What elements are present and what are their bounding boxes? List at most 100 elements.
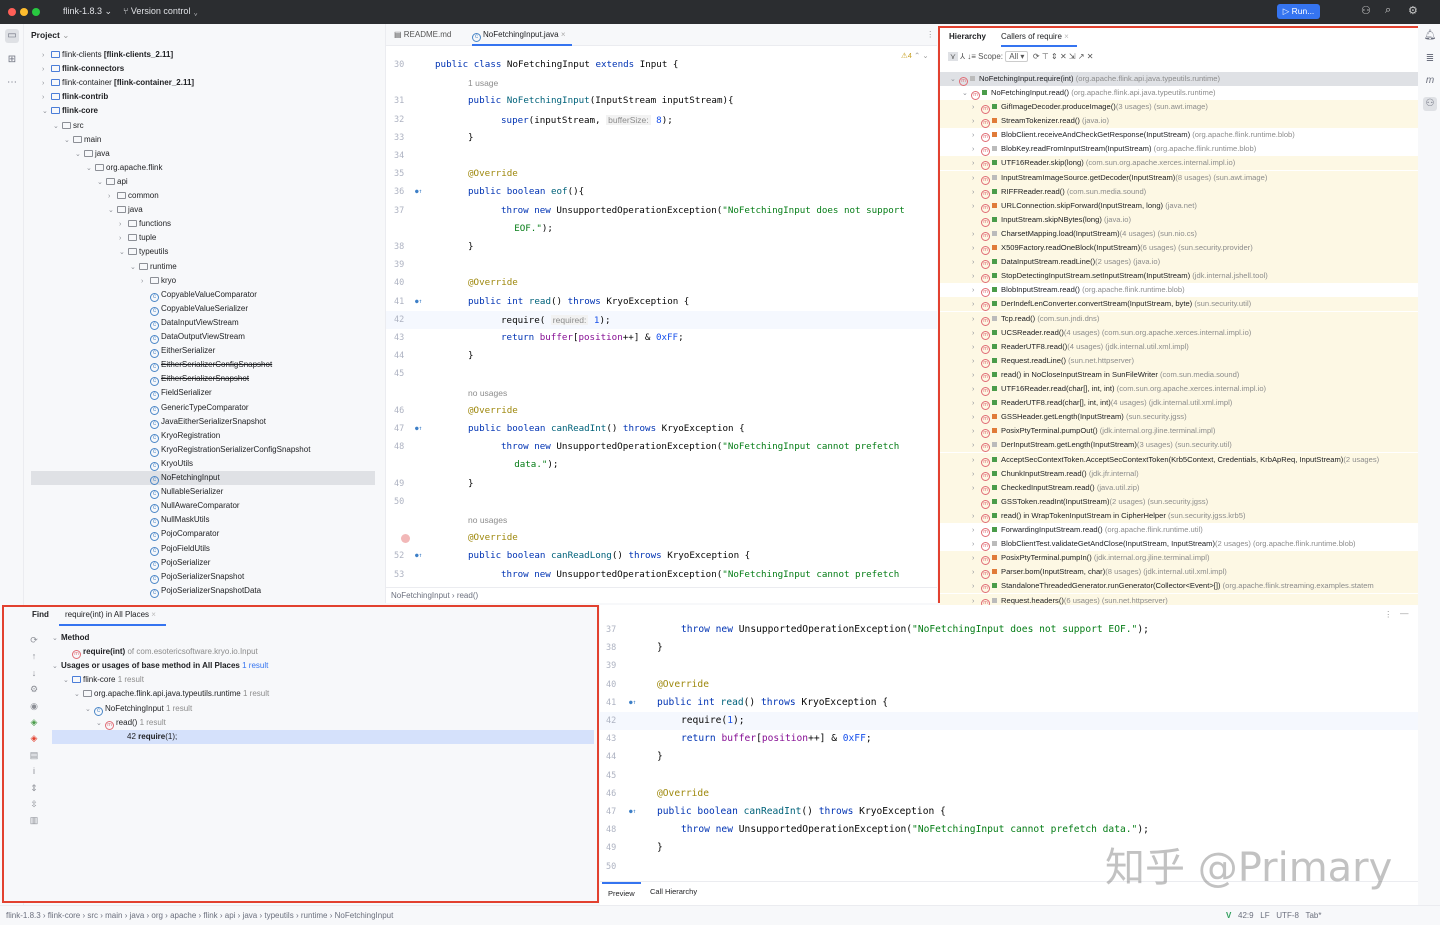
hierarchy-item[interactable]: ›mCheckedInputStream.read() (java.util.z… — [940, 481, 1418, 495]
collapse-all-icon[interactable]: ⇳ — [27, 796, 41, 812]
callee-hierarchy-icon[interactable]: ⅄ — [960, 52, 965, 61]
tree-item[interactable]: cPojoSerializerSnapshotData — [141, 584, 261, 598]
tree-item[interactable]: cEitherSerializer — [141, 344, 215, 358]
hierarchy-item[interactable]: ›mPosixPtyTerminal.pumpOut() (jdk.intern… — [940, 424, 1418, 438]
hierarchy-item[interactable]: ›mUCSReader.read()(4 usages) (com.sun.or… — [940, 326, 1418, 340]
tree-item[interactable]: ⌄runtime — [130, 260, 177, 274]
chevron-icon[interactable]: › — [972, 355, 981, 368]
hierarchy-item[interactable]: ›mread() in NoCloseInputStream in SunFil… — [940, 368, 1418, 382]
status-path-item[interactable]: NoFetchingInput — [335, 911, 394, 920]
chevron-icon[interactable]: ⌄ — [52, 660, 61, 674]
hierarchy-item[interactable]: ›mChunkInputStream.read() (jdk.jfr.inter… — [940, 467, 1418, 481]
user-icon[interactable]: ⚇ — [1361, 4, 1371, 17]
status-path-item[interactable]: flink-1.8.3 — [6, 911, 41, 920]
chevron-icon[interactable]: › — [972, 242, 981, 255]
refresh-icon[interactable]: ⟳ — [1033, 52, 1040, 61]
line-separator[interactable]: LF — [1260, 911, 1269, 920]
chevron-icon[interactable]: › — [972, 284, 981, 297]
chevron-icon[interactable]: › — [972, 397, 981, 410]
sort-icon[interactable]: ↓≡ — [967, 52, 976, 61]
code-line[interactable]: 45 — [386, 365, 937, 383]
status-path-item[interactable]: java — [130, 911, 145, 920]
tree-item[interactable]: ›common — [108, 189, 159, 203]
status-path-item[interactable]: flink — [203, 911, 217, 920]
code-line[interactable]: 53throw new UnsupportedOperationExceptio… — [386, 566, 937, 584]
chevron-icon[interactable]: ⌄ — [97, 176, 106, 190]
project-switcher[interactable]: flink-1.8.3 ⌄ — [63, 6, 112, 17]
chevron-icon[interactable]: › — [42, 91, 51, 105]
code-editor[interactable]: ▤ README.md cNoFetchingInput.java × ⋮ ⚠4… — [385, 24, 937, 603]
hierarchy-item[interactable]: ›mStopDetectingInputStream.setInputStrea… — [940, 269, 1418, 283]
chevron-icon[interactable]: › — [972, 186, 981, 199]
tree-item[interactable]: cNullMaskUtils — [141, 513, 209, 527]
hierarchy-item[interactable]: ›mCharsetMapping.load(InputStream)(4 usa… — [940, 227, 1418, 241]
chevron-icon[interactable]: ⌄ — [119, 246, 128, 260]
chevron-icon[interactable]: › — [972, 482, 981, 495]
chevron-icon[interactable]: › — [972, 172, 981, 185]
chevron-icon[interactable]: › — [42, 49, 51, 63]
tree-item[interactable]: ›flink-contrib — [42, 90, 108, 104]
scope-select[interactable]: All ▾ — [1005, 51, 1028, 62]
vcs-menu[interactable]: ⑂ Version control ⌄ — [123, 6, 198, 16]
hierarchy-item[interactable]: ›mReaderUTF8.read()(4 usages) (jdk.inter… — [940, 340, 1418, 354]
hierarchy-item[interactable]: ›mParser.bom(InputStream, char)(8 usages… — [940, 565, 1418, 579]
status-path-item[interactable]: flink-core — [48, 911, 80, 920]
chevron-icon[interactable]: › — [972, 468, 981, 481]
maven-icon[interactable]: m — [1423, 74, 1437, 88]
tree-item[interactable]: cKryoRegistration — [141, 429, 220, 443]
hierarchy-item[interactable]: mInputStream.skipNBytes(long) (java.io) — [940, 213, 1418, 227]
code-line[interactable]: 39 — [386, 256, 937, 274]
tree-item[interactable]: cFieldSerializer — [141, 386, 212, 400]
hierarchy-item[interactable]: ›mread() in WrapTokenInputStream in Ciph… — [940, 509, 1418, 523]
status-path-item[interactable]: runtime — [301, 911, 328, 920]
chevron-icon[interactable]: ⌄ — [52, 632, 61, 646]
tree-item[interactable]: cNullAwareComparator — [141, 499, 240, 513]
code-line[interactable]: 37throw new UnsupportedOperationExceptio… — [600, 621, 1418, 639]
project-folder-icon[interactable]: ▭ — [5, 29, 19, 43]
tree-item[interactable]: ⌄api — [97, 175, 128, 189]
tree-item[interactable]: ›flink-connectors — [42, 62, 124, 76]
chevron-icon[interactable]: ⌄ — [74, 688, 83, 702]
code-line[interactable]: 38} — [600, 639, 1418, 657]
export-icon[interactable]: ⇲ — [1069, 52, 1076, 61]
tree-item[interactable]: ⌄java — [108, 203, 143, 217]
status-path-item[interactable]: typeutils — [264, 911, 293, 920]
find-result-item[interactable]: ⌄flink-core 1 result — [63, 673, 144, 687]
chevron-icon[interactable]: › — [972, 552, 981, 565]
hierarchy-item[interactable]: ›mUTF16Reader.read(char[], int, int) (co… — [940, 382, 1418, 396]
chevron-icon[interactable]: › — [972, 411, 981, 424]
hierarchy-item[interactable]: mGSSToken.readInt(InputStream)(2 usages)… — [940, 495, 1418, 509]
chevron-icon[interactable]: › — [972, 256, 981, 269]
status-path-item[interactable]: java — [243, 911, 258, 920]
hierarchy-item[interactable]: ›mAcceptSecContextToken.AcceptSecContext… — [940, 453, 1418, 467]
chevron-icon[interactable]: › — [972, 327, 981, 340]
chevron-icon[interactable]: ⌄ — [950, 73, 959, 86]
chevron-icon[interactable]: › — [972, 580, 981, 593]
chevron-icon[interactable]: ⌄ — [108, 204, 117, 218]
indent[interactable]: Tab* — [1305, 911, 1321, 920]
code-line[interactable]: 49} — [386, 475, 937, 493]
hierarchy-item[interactable]: ›mDerInputStream.getLength(InputStream)(… — [940, 438, 1418, 452]
next-occurrence-icon[interactable]: ↓ — [27, 665, 41, 681]
code-line[interactable]: @Override — [386, 529, 937, 547]
notifications-icon[interactable]: 🔔︎ — [1423, 29, 1437, 43]
override-gutter-icon[interactable]: ●↑ — [415, 547, 422, 565]
minimize-window-button[interactable] — [20, 8, 28, 16]
code-line[interactable]: 1 usage — [386, 74, 937, 92]
options-icon[interactable]: ⋮ — [1384, 609, 1393, 620]
close-icon[interactable]: ✕ — [1087, 52, 1094, 61]
tab-menu-icon[interactable]: ⋮ — [926, 29, 935, 40]
run-button[interactable]: ▷ Run... — [1277, 4, 1320, 19]
chevron-icon[interactable]: › — [119, 218, 128, 232]
hierarchy-item[interactable]: ›mUTF16Reader.skip(long) (com.sun.org.ap… — [940, 156, 1418, 170]
chevron-icon[interactable]: › — [972, 298, 981, 311]
tree-item[interactable]: cJavaEitherSerializerSnapshot — [141, 415, 266, 429]
chevron-icon[interactable]: › — [108, 190, 117, 204]
tree-item[interactable]: ⌄flink-core — [42, 104, 98, 118]
hierarchy-item[interactable]: ›mDataInputStream.readLine()(2 usages) (… — [940, 255, 1418, 269]
chevron-icon[interactable]: › — [972, 425, 981, 438]
find-result-item[interactable]: ⌄Method — [52, 631, 89, 645]
chevron-icon[interactable]: ⌄ — [85, 703, 94, 717]
chevron-icon[interactable]: › — [972, 115, 981, 128]
hierarchy-item[interactable]: ⌄mNoFetchingInput.require(int) (org.apac… — [940, 72, 1418, 86]
